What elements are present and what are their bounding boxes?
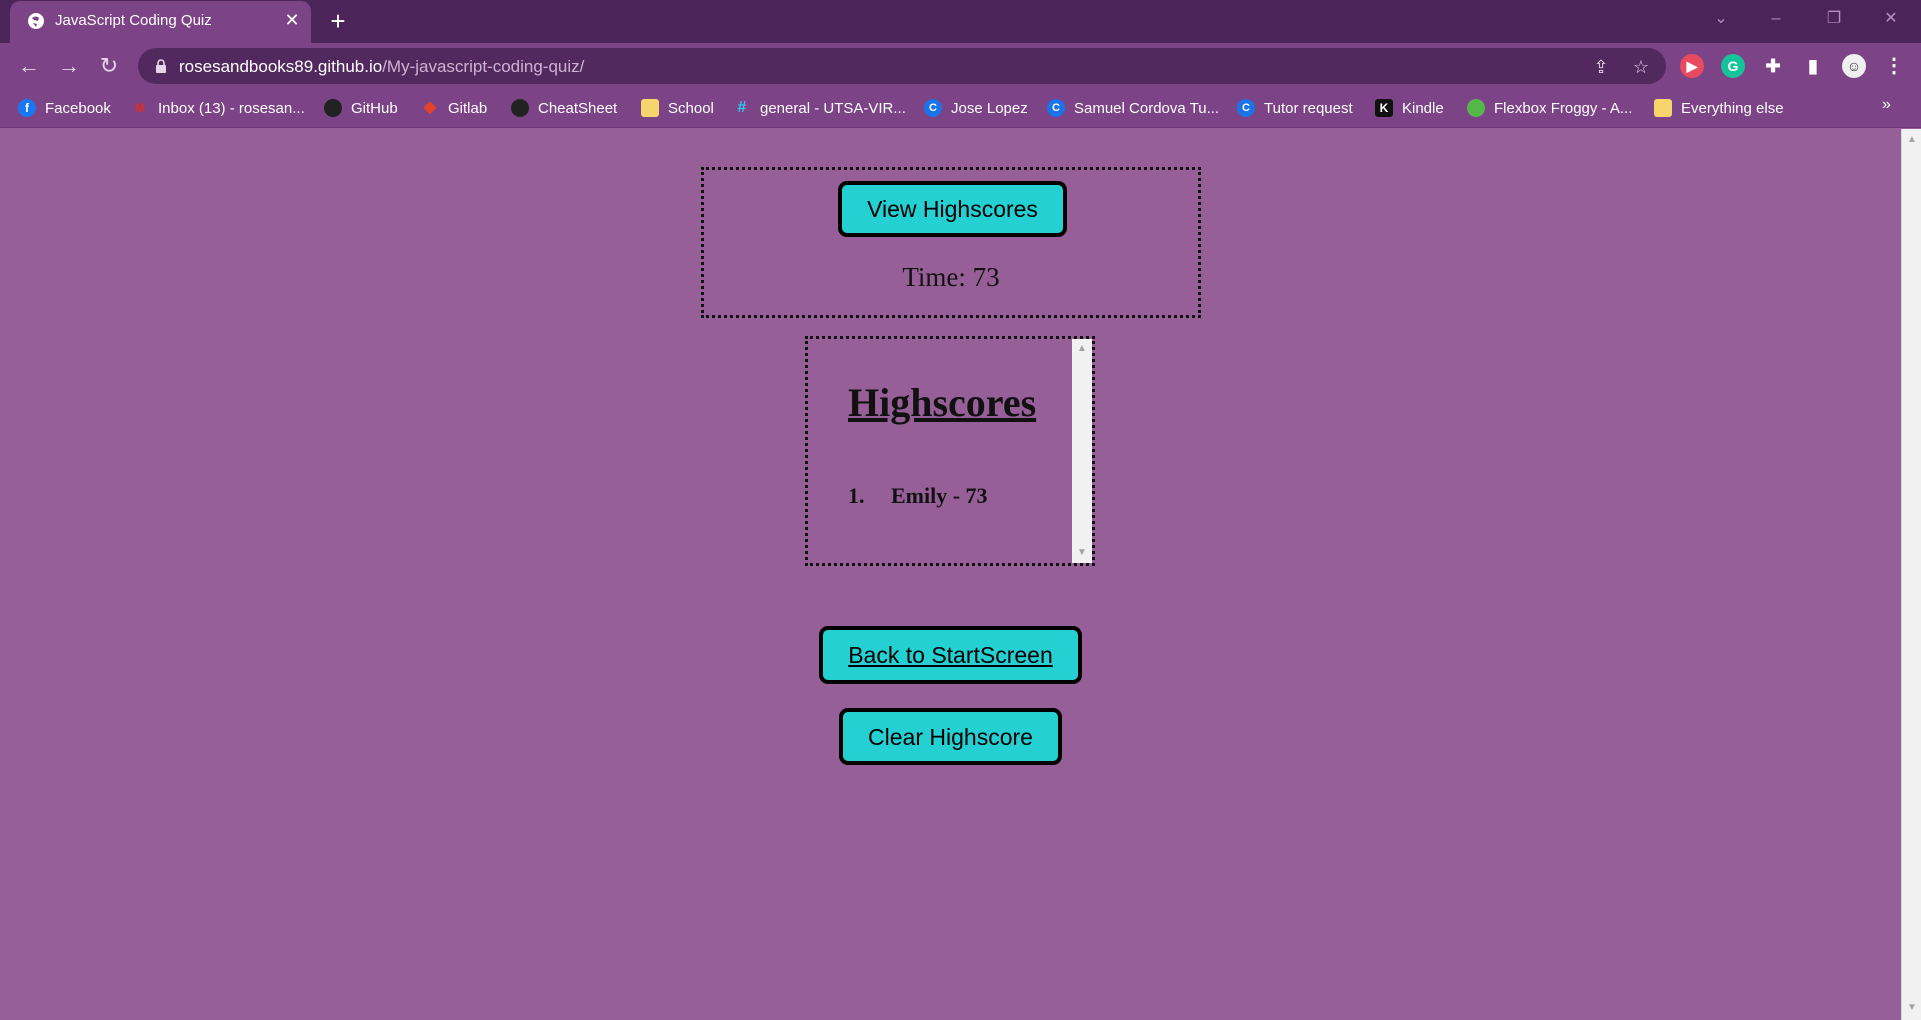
c-icon: C: [1047, 99, 1065, 117]
restore-icon[interactable]: ❐: [1819, 6, 1849, 32]
highscores-title: Highscores: [848, 380, 1037, 425]
github-icon: [324, 99, 342, 117]
frog-icon: [1467, 99, 1485, 117]
bookmark-samuel-cordova[interactable]: C Samuel Cordova Tu...: [1047, 97, 1219, 119]
browser-tab[interactable]: JavaScript Coding Quiz ✕: [10, 1, 311, 43]
star-icon[interactable]: ☆: [1630, 56, 1652, 78]
tab-title: JavaScript Coding Quiz: [55, 12, 212, 29]
slack-icon: #: [737, 99, 747, 116]
address-bar[interactable]: rosesandbooks89.github.io/My-javascript-…: [138, 48, 1666, 84]
minimize-icon[interactable]: –: [1761, 6, 1791, 32]
bookmark-folder-school[interactable]: School: [641, 97, 714, 119]
bookmark-kindle[interactable]: K Kindle: [1375, 97, 1444, 119]
score-rank: 1.: [848, 483, 865, 508]
globe-icon: [28, 13, 44, 29]
facebook-icon: f: [18, 99, 36, 117]
chevron-down-icon[interactable]: ⌄: [1706, 6, 1736, 32]
clear-highscore-button[interactable]: Clear Highscore: [839, 708, 1062, 765]
new-tab-button[interactable]: +: [326, 8, 350, 34]
bookmark-github[interactable]: GitHub: [324, 97, 398, 119]
gitlab-icon: ◆: [423, 99, 437, 116]
extensions-puzzle-icon[interactable]: ✚: [1761, 54, 1785, 78]
github-icon: [511, 99, 529, 117]
scroll-down-icon[interactable]: ▼: [1076, 547, 1088, 559]
scroll-up-icon[interactable]: ▲: [1906, 134, 1918, 146]
profile-avatar[interactable]: ☺: [1842, 54, 1866, 78]
bookmark-facebook[interactable]: f Facebook: [18, 97, 111, 119]
bookmark-cheatsheet[interactable]: CheatSheet: [511, 97, 617, 119]
browser-toolbar: ← → ↻ rosesandbooks89.github.io/My-javas…: [0, 43, 1921, 88]
reload-icon[interactable]: ↻: [95, 52, 123, 80]
folder-icon: [1654, 99, 1672, 117]
menu-kebab-icon[interactable]: ⋮: [1882, 54, 1906, 78]
bookmark-gitlab[interactable]: ◆ Gitlab: [421, 97, 487, 119]
score-entry: Emily - 73: [891, 483, 988, 508]
close-window-icon[interactable]: ✕: [1876, 6, 1906, 32]
highscores-panel: Highscores 1. Emily - 73 ▲ ▼: [805, 336, 1095, 566]
scroll-down-icon[interactable]: ▼: [1906, 1002, 1918, 1014]
bookmark-general-slack[interactable]: # general - UTSA-VIR...: [733, 97, 906, 119]
page-scrollbar[interactable]: ▲ ▼: [1901, 129, 1921, 1020]
bookmarks-overflow-icon[interactable]: »: [1882, 96, 1891, 114]
gmail-icon: M: [135, 101, 145, 115]
bookmark-tutor-request[interactable]: C Tutor request: [1237, 97, 1353, 119]
grammarly-extension-icon[interactable]: G: [1721, 54, 1745, 78]
back-arrow-icon[interactable]: ←: [15, 52, 43, 80]
view-highscores-button[interactable]: View Highscores: [838, 181, 1067, 237]
screen-recorder-extension-icon[interactable]: ▶: [1680, 54, 1704, 78]
side-panel-icon[interactable]: ▮: [1801, 54, 1825, 78]
close-tab-icon[interactable]: ✕: [282, 10, 302, 30]
bookmark-inbox[interactable]: M Inbox (13) - rosesan...: [131, 97, 305, 119]
scroll-up-icon[interactable]: ▲: [1076, 343, 1088, 355]
c-icon: C: [1237, 99, 1255, 117]
timer-text: Time: 73: [902, 262, 1000, 292]
c-icon: C: [924, 99, 942, 117]
header-panel: View Highscores Time: 73: [701, 167, 1201, 318]
url-text[interactable]: rosesandbooks89.github.io/My-javascript-…: [179, 57, 584, 77]
bookmark-folder-everything-else[interactable]: Everything else: [1654, 97, 1784, 119]
forward-arrow-icon[interactable]: →: [55, 52, 83, 80]
highscores-scrollbar[interactable]: ▲ ▼: [1072, 339, 1092, 563]
tab-strip: JavaScript Coding Quiz ✕ + ⌄ – ❐ ✕: [0, 0, 1921, 43]
bookmark-flexbox-froggy[interactable]: Flexbox Froggy - A...: [1467, 97, 1632, 119]
lock-icon: [156, 59, 166, 73]
folder-icon: [641, 99, 659, 117]
list-item: 1. Emily - 73: [848, 483, 988, 509]
share-icon[interactable]: ⇪: [1590, 56, 1612, 78]
back-to-start-button[interactable]: Back to StartScreen: [819, 626, 1082, 684]
kindle-icon: K: [1375, 99, 1393, 117]
bookmarks-bar: f Facebook M Inbox (13) - rosesan... Git…: [0, 88, 1921, 128]
bookmark-jose-lopez[interactable]: C Jose Lopez: [924, 97, 1028, 119]
